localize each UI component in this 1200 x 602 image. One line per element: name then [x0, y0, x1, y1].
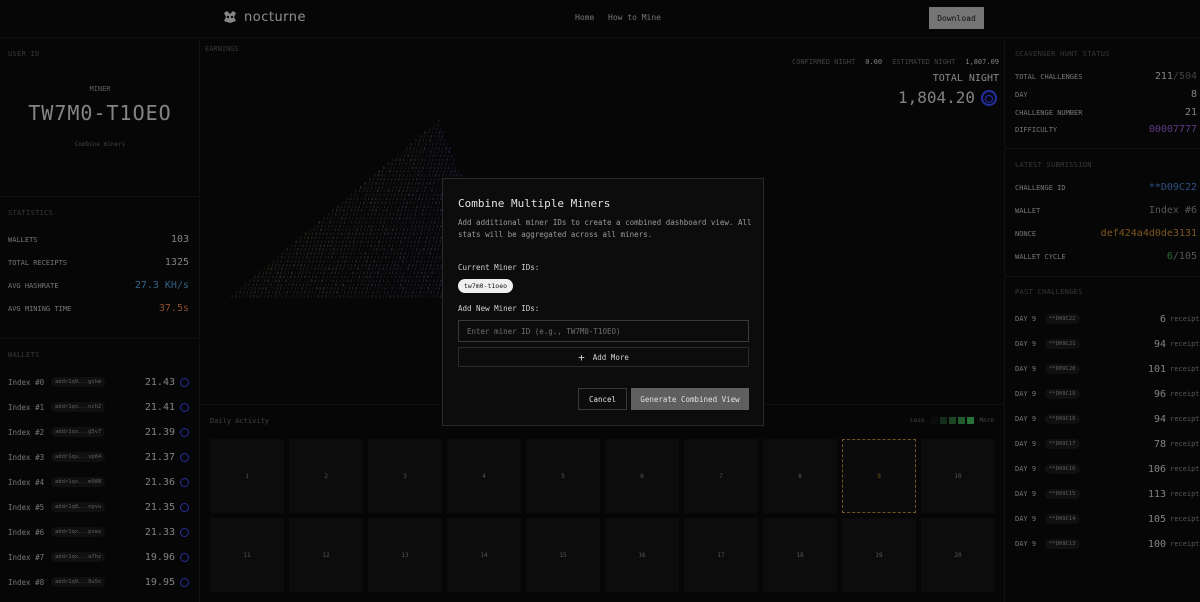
add-more-label: Add More — [593, 353, 629, 362]
cancel-button[interactable]: Cancel — [578, 388, 627, 410]
add-ids-label: Add New Miner IDs: — [458, 304, 539, 313]
modal-description: Add additional miner IDs to create a com… — [458, 217, 752, 241]
generate-combined-view-button[interactable]: Generate Combined View — [631, 388, 749, 410]
miner-id-chip[interactable]: tw7m0-t1oeo — [458, 279, 513, 293]
add-more-button[interactable]: + Add More — [458, 347, 749, 367]
combine-miners-modal: Combine Multiple Miners Add additional m… — [442, 178, 764, 426]
modal-title: Combine Multiple Miners — [458, 197, 610, 210]
plus-icon: + — [578, 351, 585, 364]
miner-id-input[interactable] — [458, 320, 749, 342]
current-ids-label: Current Miner IDs: — [458, 263, 539, 272]
